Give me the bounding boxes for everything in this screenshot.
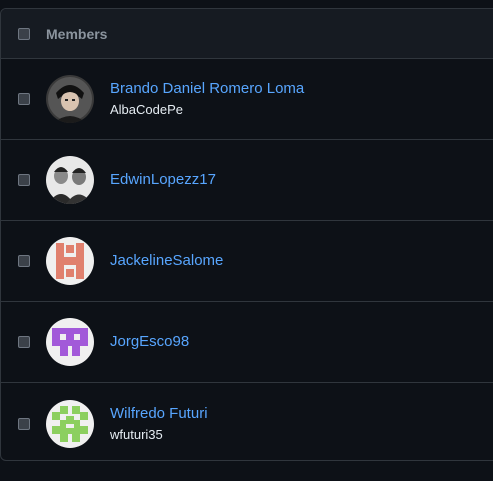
member-row: EdwinLopezz17 — [1, 140, 493, 221]
member-select-checkbox[interactable] — [18, 417, 30, 430]
member-row: Brando Daniel Romero Loma AlbaCodePe — [1, 59, 493, 140]
member-login: wfuturi35 — [110, 426, 163, 442]
member-row: JorgEsco98 — [1, 302, 493, 383]
member-select-checkbox[interactable] — [18, 93, 30, 105]
avatar[interactable] — [46, 318, 94, 366]
member-select-checkbox[interactable] — [18, 336, 30, 348]
member-row: Wilfredo Futuri wfuturi35 — [1, 383, 493, 460]
member-select-checkbox[interactable] — [18, 174, 30, 186]
members-header-title: Members — [46, 25, 108, 42]
select-all-checkbox[interactable] — [18, 27, 30, 40]
avatar[interactable] — [46, 75, 94, 123]
member-name-link[interactable]: JackelineSalome — [110, 251, 223, 271]
avatar[interactable] — [46, 237, 94, 285]
member-name-link[interactable]: Brando Daniel Romero Loma — [110, 79, 304, 99]
member-login: AlbaCodePe — [110, 102, 183, 117]
avatar[interactable] — [46, 399, 94, 448]
members-panel: Members Brando Daniel Romero Loma AlbaCo… — [0, 8, 493, 461]
member-name-link[interactable]: JorgEsco98 — [110, 332, 189, 352]
members-header: Members — [1, 9, 493, 59]
member-row: JackelineSalome — [1, 221, 493, 302]
member-name-link[interactable]: Wilfredo Futuri — [110, 404, 208, 424]
avatar[interactable] — [46, 156, 94, 204]
member-name-link[interactable]: EdwinLopezz17 — [110, 170, 216, 190]
member-select-checkbox[interactable] — [18, 255, 30, 267]
